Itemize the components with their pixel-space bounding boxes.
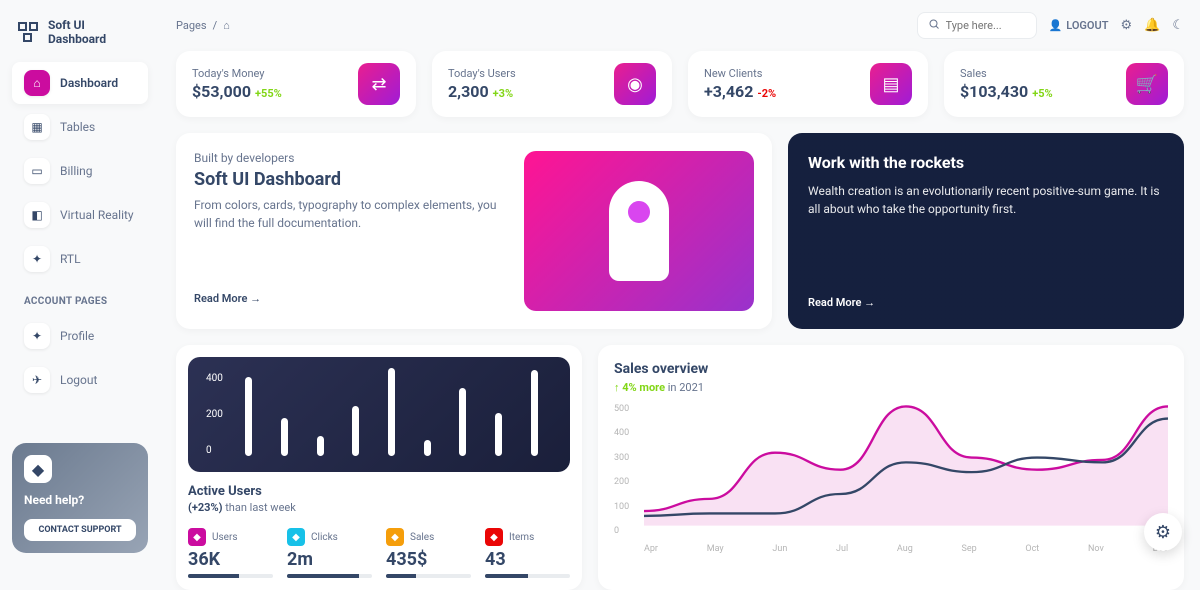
- rockets-title: Work with the rockets: [808, 153, 1164, 172]
- stat-value: +3,462-2%: [704, 82, 776, 101]
- stat-delta: +3%: [493, 87, 513, 100]
- au-stat: ◆Items 43: [485, 528, 570, 578]
- bar: [281, 418, 288, 456]
- bar: [388, 368, 395, 456]
- stat-mini-icon: ◆: [485, 528, 503, 546]
- stat-card-cart: Sales $103,430+5% 🛒: [944, 51, 1184, 117]
- cart-icon: 🛒: [1126, 63, 1168, 105]
- sidebar-label: Billing: [60, 164, 93, 178]
- stat-mini-icon: ◆: [188, 528, 206, 546]
- sidebar-label: Tables: [60, 120, 95, 134]
- bar: [352, 406, 359, 456]
- sidebar-item-profile[interactable]: ✦ Profile: [12, 315, 148, 357]
- search-icon: [928, 18, 940, 33]
- globe-icon: ◉: [614, 63, 656, 105]
- sidebar-label: RTL: [60, 252, 81, 266]
- stat-label: Today's Money: [192, 67, 282, 80]
- sidebar-item-tables[interactable]: ▦ Tables: [12, 106, 148, 148]
- moon-icon[interactable]: ☾: [1172, 18, 1184, 33]
- sales-line-chart: [644, 404, 1168, 526]
- bar: [424, 440, 431, 456]
- stat-value: $103,430+5%: [960, 82, 1053, 101]
- stat-card-globe: Today's Users 2,300+3% ◉: [432, 51, 672, 117]
- logout-button[interactable]: 👤 LOGOUT: [1049, 19, 1109, 32]
- shop-icon: ⌂: [24, 70, 50, 96]
- gear-icon[interactable]: ⚙: [1121, 18, 1133, 33]
- sales-overview-subtitle: ↑ 4% more in 2021: [614, 381, 1168, 394]
- brand-title: Soft UI Dashboard: [48, 18, 144, 46]
- bar: [531, 370, 538, 456]
- lightbulb-icon: ◆: [24, 455, 52, 483]
- sidebar-item-billing[interactable]: ▭ Billing: [12, 150, 148, 192]
- rocket-illustration: [609, 181, 669, 281]
- bar: [459, 388, 466, 456]
- active-users-subtitle: (+23%) than last week: [188, 501, 570, 514]
- hero-eyebrow: Built by developers: [194, 151, 508, 165]
- contact-support-button[interactable]: CONTACT SUPPORT: [24, 519, 136, 541]
- stat-label: Sales: [960, 67, 1053, 80]
- stat-delta: -2%: [757, 87, 776, 100]
- sidebar-label: Dashboard: [60, 76, 118, 90]
- active-users-title: Active Users: [188, 484, 570, 499]
- stat-value: $53,000+55%: [192, 82, 282, 101]
- settings-fab-button[interactable]: ⚙: [1144, 513, 1182, 551]
- tools-icon: ✦: [24, 246, 50, 272]
- bar: [317, 436, 324, 456]
- hero-readmore-link[interactable]: Read More →: [194, 292, 508, 305]
- rockets-card: Work with the rockets Wealth creation is…: [788, 133, 1184, 329]
- cube-icon: ◧: [24, 202, 50, 228]
- au-stat: ◆Clicks 2m: [287, 528, 372, 578]
- bar: [245, 377, 252, 456]
- sidebar-label: Virtual Reality: [60, 208, 134, 222]
- help-card: ◆ Need help? CONTACT SUPPORT: [12, 443, 148, 553]
- money-icon: ⇄: [358, 63, 400, 105]
- breadcrumb-root[interactable]: Pages: [176, 19, 207, 32]
- home-icon[interactable]: ⌂: [223, 19, 230, 32]
- active-users-card: 4002000 Active Users (+23%) than last we…: [176, 345, 582, 590]
- stat-card-money: Today's Money $53,000+55% ⇄: [176, 51, 416, 117]
- sidebar-label: Logout: [60, 373, 97, 387]
- breadcrumb: Pages / ⌂: [176, 19, 230, 32]
- brand[interactable]: Soft UI Dashboard: [12, 12, 148, 62]
- sidebar-label: Profile: [60, 329, 94, 343]
- doc-icon: ▤: [870, 63, 912, 105]
- bell-icon[interactable]: 🔔: [1144, 18, 1160, 33]
- stat-label: Today's Users: [448, 67, 516, 80]
- sidebar-account-heading: ACCOUNT PAGES: [12, 282, 148, 313]
- stat-delta: +5%: [1032, 87, 1052, 100]
- rockets-readmore-link[interactable]: Read More →: [808, 296, 1164, 309]
- active-users-bar-chart: 4002000: [188, 357, 570, 472]
- gear-icon: ⚙: [1155, 522, 1171, 543]
- bar: [495, 413, 502, 456]
- credit-card-icon: ▭: [24, 158, 50, 184]
- sales-overview-card: Sales overview ↑ 4% more in 2021 5004003…: [598, 345, 1184, 590]
- hero-card: Built by developers Soft UI Dashboard Fr…: [176, 133, 772, 329]
- hero-body: From colors, cards, typography to comple…: [194, 196, 508, 232]
- rockets-body: Wealth creation is an evolutionarily rec…: [808, 182, 1164, 296]
- sidebar-item-vr[interactable]: ◧ Virtual Reality: [12, 194, 148, 236]
- stat-delta: +55%: [255, 87, 282, 100]
- sidebar-item-dashboard[interactable]: ⌂ Dashboard: [12, 62, 148, 104]
- sidebar-item-logout[interactable]: ✈ Logout: [12, 359, 148, 401]
- table-icon: ▦: [24, 114, 50, 140]
- help-title: Need help?: [24, 493, 136, 507]
- sidebar-item-rtl[interactable]: ✦ RTL: [12, 238, 148, 280]
- person-icon: 👤: [1049, 19, 1063, 32]
- search-input[interactable]: [917, 12, 1037, 39]
- hero-image: [524, 151, 754, 311]
- hero-title: Soft UI Dashboard: [194, 169, 508, 190]
- brand-icon: [16, 20, 40, 44]
- logout-icon: ✈: [24, 367, 50, 393]
- stat-card-doc: New Clients +3,462-2% ▤: [688, 51, 928, 117]
- stat-mini-icon: ◆: [287, 528, 305, 546]
- sales-overview-title: Sales overview: [614, 361, 1168, 377]
- stat-value: 2,300+3%: [448, 82, 516, 101]
- au-stat: ◆Users 36K: [188, 528, 273, 578]
- stat-label: New Clients: [704, 67, 776, 80]
- au-stat: ◆Sales 435$: [386, 528, 471, 578]
- stat-mini-icon: ◆: [386, 528, 404, 546]
- user-icon: ✦: [24, 323, 50, 349]
